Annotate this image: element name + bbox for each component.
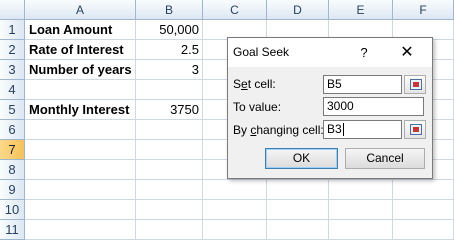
- cancel-button[interactable]: Cancel: [345, 148, 425, 169]
- set-cell-label: Set cell:: [233, 77, 276, 91]
- row-header-2[interactable]: 2: [0, 40, 25, 60]
- grid-cell[interactable]: [136, 180, 203, 200]
- grid-cell[interactable]: [25, 200, 136, 220]
- column-header-c[interactable]: C: [203, 0, 267, 20]
- grid-cell[interactable]: [267, 220, 329, 240]
- cell-b3[interactable]: 3: [136, 60, 203, 80]
- grid-cell[interactable]: [25, 160, 136, 180]
- grid-cell[interactable]: [203, 180, 267, 200]
- row-header-10[interactable]: 10: [0, 200, 25, 220]
- cell-a5[interactable]: Monthly Interest: [25, 100, 136, 120]
- dialog-title-bar[interactable]: Goal Seek ? ✕: [228, 38, 432, 67]
- grid-cell[interactable]: [393, 200, 454, 220]
- grid-cell[interactable]: [329, 220, 393, 240]
- by-changing-cell-field[interactable]: B3: [323, 120, 402, 139]
- help-icon[interactable]: ?: [359, 38, 369, 67]
- select-all-corner[interactable]: [0, 0, 25, 20]
- close-icon[interactable]: ✕: [399, 38, 415, 67]
- grid-cell[interactable]: [267, 180, 329, 200]
- set-cell-range-button[interactable]: [404, 75, 426, 94]
- cell-b5[interactable]: 3750: [136, 100, 203, 120]
- range-select-icon: [410, 124, 422, 135]
- by-changing-cell-range-button[interactable]: [404, 120, 426, 139]
- goal-seek-dialog: Goal Seek ? ✕ Set cell: B5 To value: 300…: [227, 37, 433, 179]
- column-header-d[interactable]: D: [267, 0, 329, 20]
- row-header-7[interactable]: 7: [0, 140, 25, 160]
- grid-cell[interactable]: [203, 200, 267, 220]
- to-value-label: To value:: [233, 100, 282, 114]
- grid-cell[interactable]: [329, 200, 393, 220]
- grid-cell[interactable]: [393, 220, 454, 240]
- cell-a1[interactable]: Loan Amount: [25, 20, 136, 40]
- text-caret: [342, 123, 344, 137]
- row-header-9[interactable]: 9: [0, 180, 25, 200]
- set-cell-label-access-key: e: [241, 77, 248, 91]
- by-changing-cell-value: B3: [327, 122, 342, 136]
- grid-cell[interactable]: [136, 160, 203, 180]
- cell-a2[interactable]: Rate of Interest: [25, 40, 136, 60]
- grid-cell[interactable]: [136, 120, 203, 140]
- cell-b1[interactable]: 50,000: [136, 20, 203, 40]
- set-cell-label-prefix: S: [233, 77, 242, 91]
- grid-cell[interactable]: [136, 80, 203, 100]
- column-header-a[interactable]: A: [25, 0, 136, 20]
- grid-cell[interactable]: [136, 220, 203, 240]
- column-header-f[interactable]: F: [393, 0, 454, 20]
- dialog-title: Goal Seek: [233, 45, 290, 59]
- cell-b2[interactable]: 2.5: [136, 40, 203, 60]
- grid-cell[interactable]: [25, 140, 136, 160]
- by-changing-cell-label: By changing cell:: [233, 123, 324, 137]
- ok-button[interactable]: OK: [265, 148, 338, 169]
- row-header-4[interactable]: 4: [0, 80, 25, 100]
- to-value-field[interactable]: 3000: [323, 97, 424, 116]
- grid-cell[interactable]: [203, 220, 267, 240]
- by-changing-label-rest: hanging cell:: [256, 123, 324, 137]
- row-header-1[interactable]: 1: [0, 20, 25, 40]
- by-changing-label-prefix: By: [233, 123, 251, 137]
- grid-cell[interactable]: [136, 200, 203, 220]
- set-cell-label-rest: t cell:: [247, 77, 276, 91]
- column-header-b[interactable]: B: [136, 0, 203, 20]
- row-header-6[interactable]: 6: [0, 120, 25, 140]
- grid-cell[interactable]: [25, 220, 136, 240]
- grid-cell[interactable]: [25, 180, 136, 200]
- cell-a3[interactable]: Number of years: [25, 60, 136, 80]
- row-header-3[interactable]: 3: [0, 60, 25, 80]
- grid-cell[interactable]: [393, 180, 454, 200]
- column-header-e[interactable]: E: [329, 0, 393, 20]
- grid-cell[interactable]: [136, 140, 203, 160]
- range-select-icon: [410, 79, 422, 90]
- row-header-11[interactable]: 11: [0, 220, 25, 240]
- row-header-5[interactable]: 5: [0, 100, 25, 120]
- set-cell-field[interactable]: B5: [323, 75, 402, 94]
- grid-cell[interactable]: [267, 200, 329, 220]
- row-header-8[interactable]: 8: [0, 160, 25, 180]
- grid-cell[interactable]: [25, 80, 136, 100]
- grid-cell[interactable]: [25, 120, 136, 140]
- grid-cell[interactable]: [329, 180, 393, 200]
